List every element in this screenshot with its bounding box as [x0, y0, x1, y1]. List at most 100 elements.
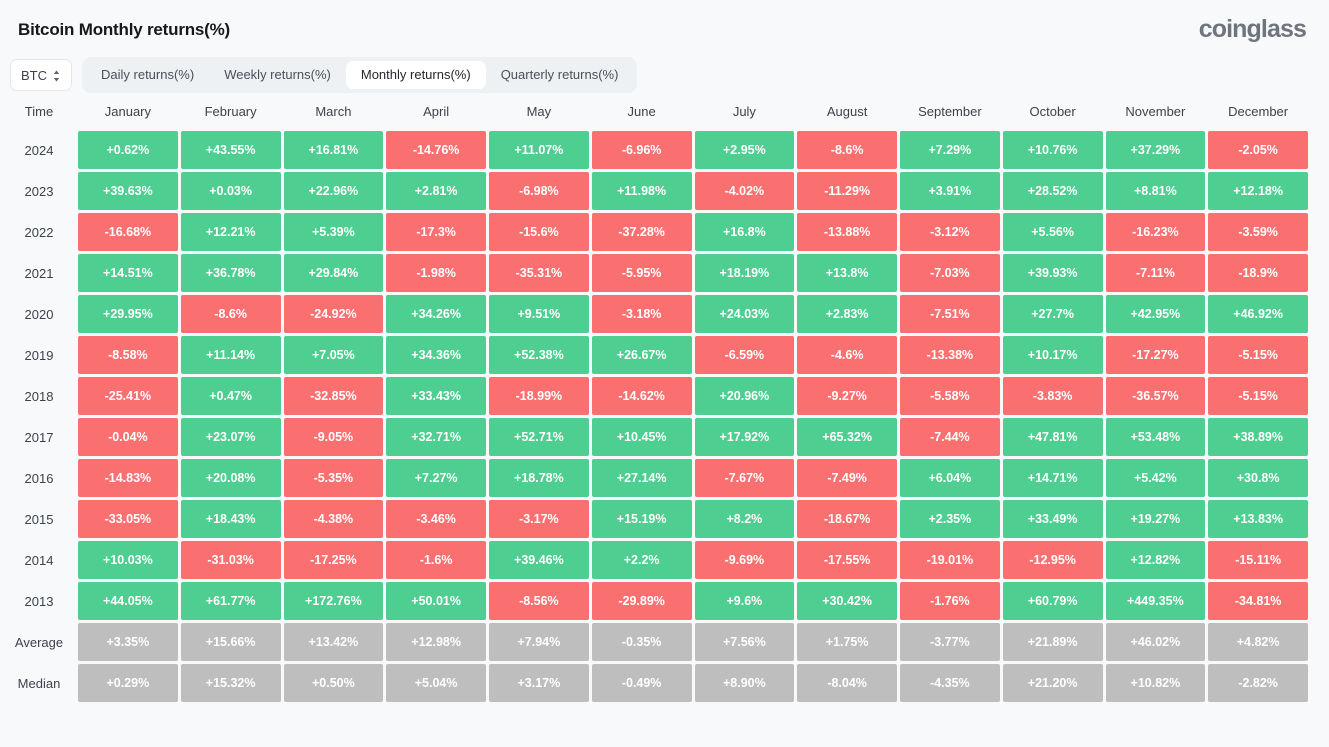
heatmap-cell[interactable]: -7.11%: [1105, 254, 1206, 292]
heatmap-cell[interactable]: +27.7%: [1002, 295, 1103, 333]
heatmap-cell[interactable]: +17.92%: [694, 418, 795, 456]
heatmap-cell[interactable]: -18.99%: [489, 377, 589, 415]
heatmap-cell[interactable]: +5.56%: [1002, 213, 1103, 251]
heatmap-cell[interactable]: -3.18%: [591, 295, 692, 333]
heatmap-cell[interactable]: -34.81%: [1208, 582, 1308, 620]
heatmap-cell[interactable]: +13.8%: [797, 254, 897, 292]
heatmap-cell[interactable]: -9.27%: [797, 377, 897, 415]
heatmap-cell[interactable]: +50.01%: [386, 582, 486, 620]
heatmap-cell[interactable]: -8.56%: [489, 582, 589, 620]
heatmap-cell[interactable]: +34.36%: [386, 336, 486, 374]
heatmap-cell[interactable]: +4.82%: [1208, 623, 1308, 661]
heatmap-cell[interactable]: -25.41%: [78, 377, 178, 415]
heatmap-cell[interactable]: -18.9%: [1208, 254, 1308, 292]
heatmap-cell[interactable]: +5.39%: [283, 213, 384, 251]
heatmap-cell[interactable]: +10.03%: [78, 541, 178, 579]
heatmap-cell[interactable]: -11.29%: [797, 172, 897, 210]
heatmap-cell[interactable]: -5.58%: [900, 377, 1000, 415]
heatmap-cell[interactable]: -4.38%: [283, 500, 384, 538]
heatmap-cell[interactable]: -17.3%: [386, 213, 486, 251]
heatmap-cell[interactable]: +19.27%: [1105, 500, 1206, 538]
heatmap-cell[interactable]: -17.27%: [1105, 336, 1206, 374]
heatmap-cell[interactable]: +2.95%: [694, 131, 795, 169]
heatmap-cell[interactable]: +7.94%: [489, 623, 589, 661]
heatmap-cell[interactable]: +33.49%: [1002, 500, 1103, 538]
heatmap-cell[interactable]: +8.90%: [694, 664, 795, 702]
heatmap-cell[interactable]: -4.02%: [694, 172, 795, 210]
heatmap-cell[interactable]: -3.46%: [386, 500, 486, 538]
heatmap-cell[interactable]: +3.91%: [900, 172, 1000, 210]
heatmap-cell[interactable]: -1.98%: [386, 254, 486, 292]
heatmap-cell[interactable]: +46.02%: [1105, 623, 1206, 661]
heatmap-cell[interactable]: +8.81%: [1105, 172, 1206, 210]
heatmap-cell[interactable]: +21.89%: [1002, 623, 1103, 661]
heatmap-cell[interactable]: +39.93%: [1002, 254, 1103, 292]
heatmap-cell[interactable]: +2.35%: [900, 500, 1000, 538]
heatmap-cell[interactable]: -15.6%: [489, 213, 589, 251]
heatmap-cell[interactable]: +20.08%: [180, 459, 281, 497]
heatmap-cell[interactable]: +26.67%: [591, 336, 692, 374]
heatmap-cell[interactable]: -6.96%: [591, 131, 692, 169]
heatmap-cell[interactable]: +18.43%: [180, 500, 281, 538]
heatmap-cell[interactable]: +36.78%: [180, 254, 281, 292]
heatmap-cell[interactable]: -16.23%: [1105, 213, 1206, 251]
heatmap-cell[interactable]: +27.14%: [591, 459, 692, 497]
heatmap-cell[interactable]: +20.96%: [694, 377, 795, 415]
heatmap-cell[interactable]: -7.44%: [900, 418, 1000, 456]
heatmap-cell[interactable]: +3.17%: [489, 664, 589, 702]
heatmap-cell[interactable]: +21.20%: [1002, 664, 1103, 702]
heatmap-cell[interactable]: +29.95%: [78, 295, 178, 333]
heatmap-cell[interactable]: +11.98%: [591, 172, 692, 210]
heatmap-cell[interactable]: -14.62%: [591, 377, 692, 415]
heatmap-cell[interactable]: -1.76%: [900, 582, 1000, 620]
heatmap-cell[interactable]: +11.14%: [180, 336, 281, 374]
heatmap-cell[interactable]: +34.26%: [386, 295, 486, 333]
heatmap-cell[interactable]: +29.84%: [283, 254, 384, 292]
heatmap-cell[interactable]: +0.50%: [283, 664, 384, 702]
heatmap-cell[interactable]: +0.03%: [180, 172, 281, 210]
heatmap-cell[interactable]: +10.82%: [1105, 664, 1206, 702]
heatmap-cell[interactable]: +0.29%: [78, 664, 178, 702]
heatmap-cell[interactable]: -2.05%: [1208, 131, 1308, 169]
heatmap-cell[interactable]: +2.83%: [797, 295, 897, 333]
heatmap-cell[interactable]: +16.81%: [283, 131, 384, 169]
heatmap-cell[interactable]: +61.77%: [180, 582, 281, 620]
heatmap-cell[interactable]: +39.63%: [78, 172, 178, 210]
heatmap-cell[interactable]: +5.42%: [1105, 459, 1206, 497]
heatmap-cell[interactable]: -15.11%: [1208, 541, 1308, 579]
heatmap-cell[interactable]: -9.05%: [283, 418, 384, 456]
heatmap-cell[interactable]: -4.35%: [900, 664, 1000, 702]
heatmap-cell[interactable]: +11.07%: [489, 131, 589, 169]
heatmap-cell[interactable]: +9.51%: [489, 295, 589, 333]
heatmap-cell[interactable]: -13.38%: [900, 336, 1000, 374]
heatmap-cell[interactable]: +7.56%: [694, 623, 795, 661]
heatmap-cell[interactable]: +18.19%: [694, 254, 795, 292]
heatmap-cell[interactable]: +172.76%: [283, 582, 384, 620]
heatmap-cell[interactable]: +30.8%: [1208, 459, 1308, 497]
heatmap-cell[interactable]: +2.81%: [386, 172, 486, 210]
heatmap-cell[interactable]: +10.76%: [1002, 131, 1103, 169]
heatmap-cell[interactable]: +18.78%: [489, 459, 589, 497]
tab-weekly-returns[interactable]: Weekly returns(%): [209, 61, 346, 89]
heatmap-cell[interactable]: +43.55%: [180, 131, 281, 169]
heatmap-cell[interactable]: -31.03%: [180, 541, 281, 579]
symbol-selector[interactable]: BTC: [10, 59, 72, 91]
heatmap-cell[interactable]: -6.59%: [694, 336, 795, 374]
heatmap-cell[interactable]: +16.8%: [694, 213, 795, 251]
heatmap-cell[interactable]: -14.83%: [78, 459, 178, 497]
heatmap-cell[interactable]: -9.69%: [694, 541, 795, 579]
heatmap-cell[interactable]: +7.29%: [900, 131, 1000, 169]
heatmap-cell[interactable]: -3.77%: [900, 623, 1000, 661]
heatmap-cell[interactable]: -16.68%: [78, 213, 178, 251]
heatmap-cell[interactable]: +7.05%: [283, 336, 384, 374]
heatmap-cell[interactable]: -2.82%: [1208, 664, 1308, 702]
heatmap-cell[interactable]: +10.17%: [1002, 336, 1103, 374]
heatmap-cell[interactable]: +13.42%: [283, 623, 384, 661]
heatmap-cell[interactable]: -12.95%: [1002, 541, 1103, 579]
tab-quarterly-returns[interactable]: Quarterly returns(%): [486, 61, 634, 89]
heatmap-cell[interactable]: -1.6%: [386, 541, 486, 579]
heatmap-cell[interactable]: +23.07%: [180, 418, 281, 456]
heatmap-cell[interactable]: +47.81%: [1002, 418, 1103, 456]
heatmap-cell[interactable]: +1.75%: [797, 623, 897, 661]
heatmap-cell[interactable]: -4.6%: [797, 336, 897, 374]
